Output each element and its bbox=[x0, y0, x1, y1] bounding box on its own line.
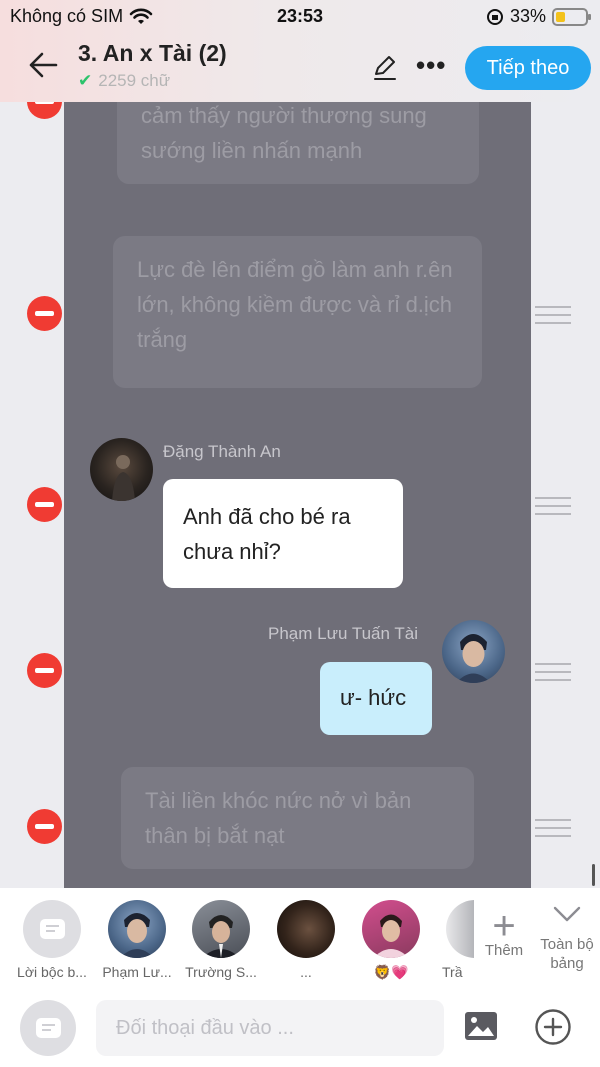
image-icon[interactable] bbox=[464, 1011, 498, 1041]
remove-button[interactable] bbox=[27, 487, 62, 522]
check-icon: ✔ bbox=[78, 71, 93, 90]
narrator-avatar-icon bbox=[23, 900, 81, 958]
page-title: 3. An x Tài (2) bbox=[78, 40, 227, 66]
battery-percent: 33% bbox=[509, 6, 546, 26]
pencil-icon[interactable] bbox=[370, 52, 400, 82]
character-item[interactable]: Trường S... bbox=[179, 900, 263, 980]
character-label: 🦁💗 bbox=[373, 964, 409, 980]
character-narrator[interactable]: Lời bộc b... bbox=[10, 900, 94, 980]
narration-block[interactable]: cảm thấy người thương sung sướng liền nh… bbox=[117, 102, 479, 184]
all-board-label: Toàn bộ bảng bbox=[540, 936, 594, 972]
narration-block[interactable]: Lực đè lên điểm gồ làm anh r.ên lớn, khô… bbox=[113, 236, 482, 388]
chat-area[interactable]: cảm thấy người thương sung sướng liền nh… bbox=[0, 102, 600, 888]
character-label: ... bbox=[300, 964, 312, 980]
editor-header: 3. An x Tài (2) ✔ 2259 chữ ••• Tiếp theo bbox=[0, 34, 600, 100]
orientation-lock-icon bbox=[486, 8, 503, 25]
character-item[interactable]: ... bbox=[264, 900, 348, 980]
character-item[interactable]: Phạm Lư... bbox=[95, 900, 179, 980]
input-row bbox=[0, 996, 600, 1066]
back-arrow-icon[interactable] bbox=[26, 48, 60, 82]
avatar[interactable] bbox=[90, 438, 153, 501]
character-item[interactable]: 🦁💗 bbox=[349, 900, 433, 981]
remove-button[interactable] bbox=[27, 296, 62, 331]
character-label: Lời bộc b... bbox=[17, 964, 87, 980]
avatar-figure bbox=[456, 634, 491, 683]
add-character-button[interactable]: + Thêm bbox=[482, 904, 526, 959]
status-right: 33% bbox=[486, 6, 591, 27]
avatar bbox=[446, 900, 474, 958]
message-bubble[interactable]: ư- hức bbox=[320, 662, 432, 735]
avatar bbox=[362, 900, 420, 958]
status-bar: Không có SIM 23:53 33% bbox=[0, 0, 600, 34]
drag-handle-icon[interactable] bbox=[535, 663, 571, 685]
add-character-label: Thêm bbox=[484, 942, 524, 959]
drag-handle-icon[interactable] bbox=[535, 306, 571, 328]
drag-handle-icon[interactable] bbox=[535, 819, 571, 841]
character-item[interactable]: Trầ bbox=[432, 900, 474, 980]
character-label: Trường S... bbox=[185, 964, 257, 980]
character-label: Trầ bbox=[442, 964, 463, 980]
all-board-button[interactable]: Toàn bộ bảng bbox=[535, 906, 599, 973]
dialogue-input[interactable] bbox=[96, 1000, 444, 1056]
message-bubble[interactable]: Anh đã cho bé ra chưa nhỉ? bbox=[163, 479, 403, 588]
more-options-icon[interactable]: ••• bbox=[416, 50, 446, 81]
avatar bbox=[277, 900, 335, 958]
word-count-row: ✔ 2259 chữ bbox=[78, 71, 227, 91]
avatar-figure bbox=[112, 455, 135, 501]
remove-button[interactable] bbox=[27, 653, 62, 688]
chevron-down-icon bbox=[553, 906, 581, 922]
drag-handle-icon[interactable] bbox=[535, 497, 571, 519]
avatar[interactable] bbox=[442, 620, 505, 683]
avatar bbox=[108, 900, 166, 958]
remove-button[interactable] bbox=[27, 102, 62, 119]
speaker-name: Phạm Lưu Tuấn Tài bbox=[268, 624, 418, 643]
character-label: Phạm Lư... bbox=[102, 964, 172, 980]
word-count: 2259 chữ bbox=[98, 71, 171, 90]
bottom-panel: Lời bộc b... Phạm Lư... Trường S... ... … bbox=[0, 888, 600, 1067]
scrollbar[interactable] bbox=[592, 864, 595, 886]
next-button[interactable]: Tiếp theo bbox=[465, 46, 591, 90]
avatar bbox=[192, 900, 250, 958]
character-picker[interactable]: Lời bộc b... Phạm Lư... Trường S... ... … bbox=[0, 888, 600, 988]
battery-icon bbox=[552, 7, 591, 26]
remove-button[interactable] bbox=[27, 809, 62, 844]
narration-block[interactable]: Tài liền khóc nức nở vì bản thân bị bắt … bbox=[121, 767, 474, 869]
plus-icon: + bbox=[492, 904, 516, 948]
add-circle-icon[interactable] bbox=[534, 1008, 572, 1046]
title-group: 3. An x Tài (2) ✔ 2259 chữ bbox=[78, 40, 227, 91]
narrator-toggle-icon[interactable] bbox=[20, 1000, 76, 1056]
speaker-name: Đặng Thành An bbox=[163, 442, 281, 461]
